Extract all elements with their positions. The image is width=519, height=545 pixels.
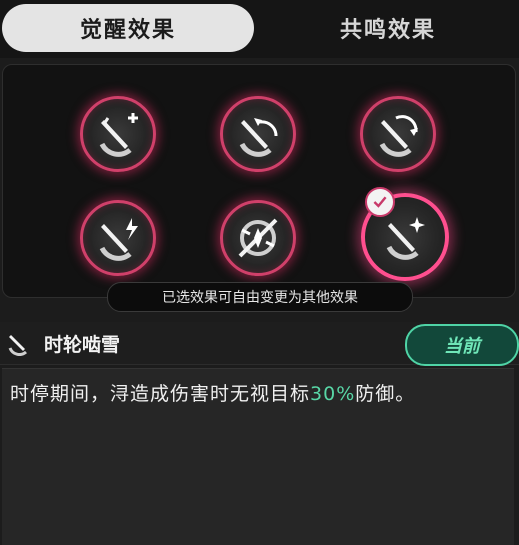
effect-tabs: 觉醒效果 共鸣效果 xyxy=(0,0,519,58)
tab-resonance-effect[interactable]: 共鸣效果 xyxy=(262,4,514,52)
effect-name: 时轮啮雪 xyxy=(44,334,121,356)
current-button[interactable]: 当前 xyxy=(405,324,519,366)
sword-plus-icon xyxy=(99,113,138,157)
effect-node-1[interactable] xyxy=(80,96,156,172)
description-suffix: 防御。 xyxy=(355,383,416,405)
sword-cycle-icon xyxy=(379,115,418,157)
effect-node-4[interactable] xyxy=(80,200,156,276)
effect-header: 时轮啮雪 当前 xyxy=(0,322,519,366)
sword-icon xyxy=(8,335,27,356)
effect-node-5[interactable] xyxy=(220,200,296,276)
selected-check-icon xyxy=(365,187,395,217)
effect-description: 时停期间，浔造成伤害时无视目标30%防御。 xyxy=(10,379,415,406)
effect-description-panel: 时停期间，浔造成伤害时无视目标30%防御。 xyxy=(2,368,514,545)
crossed-blades-icon xyxy=(238,218,278,258)
sword-lightning-icon xyxy=(99,218,138,261)
description-highlight: 30% xyxy=(310,383,356,405)
effect-node-2[interactable] xyxy=(220,96,296,172)
description-prefix: 时停期间，浔造成伤害时无视目标 xyxy=(10,383,311,405)
sword-arrow-icon xyxy=(239,118,278,157)
effect-node-3[interactable] xyxy=(360,96,436,172)
effects-grid-panel xyxy=(2,64,516,298)
sword-spark-icon xyxy=(386,217,425,260)
selection-hint: 已选效果可自由变更为其他效果 xyxy=(107,282,413,312)
tab-awakening-effect[interactable]: 觉醒效果 xyxy=(2,4,254,52)
